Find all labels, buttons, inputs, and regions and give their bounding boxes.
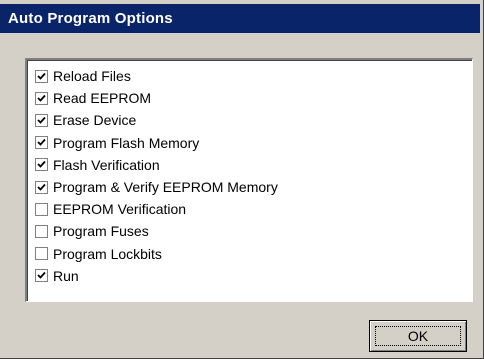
auto-program-options-dialog: Auto Program Options Reload Files Read EE… (0, 0, 484, 359)
checkbox-checked[interactable] (35, 113, 48, 127)
checkbox-checked[interactable] (35, 180, 48, 194)
option-item[interactable]: Program Fuses (35, 220, 149, 242)
title-bar[interactable]: Auto Program Options (0, 4, 480, 33)
option-item[interactable]: Reload Files (35, 65, 131, 87)
option-label: Read EEPROM (53, 90, 152, 107)
checkbox-unchecked[interactable] (35, 202, 48, 216)
option-item[interactable]: Program Flash Memory (35, 132, 199, 154)
checkmark-icon (37, 138, 46, 146)
option-item[interactable]: Read EEPROM (35, 87, 151, 109)
checkmark-icon (37, 161, 46, 169)
option-item[interactable]: EEPROM Verification (35, 198, 186, 220)
checkmark-icon (37, 116, 46, 124)
dialog-title: Auto Program Options (8, 10, 173, 27)
ok-button[interactable]: OK (369, 320, 467, 352)
checkmark-icon (37, 94, 46, 102)
ok-button-label: OK (407, 328, 429, 344)
option-label: Erase Device (53, 112, 137, 129)
option-label: Program & Verify EEPROM Memory (53, 179, 278, 195)
option-label: Run (53, 267, 79, 284)
checkmark-icon (37, 183, 46, 191)
option-item[interactable]: Program & Verify EEPROM Memory (35, 176, 278, 198)
checkbox-checked[interactable] (35, 91, 48, 105)
option-item[interactable]: Flash Verification (35, 154, 160, 176)
options-checklist[interactable]: Reload Files Read EEPROM Erase Device Progr… (25, 58, 473, 302)
option-label: Flash Verification (53, 156, 160, 173)
checkbox-checked[interactable] (35, 269, 48, 283)
checkbox-checked[interactable] (35, 158, 48, 172)
option-item[interactable]: Erase Device (35, 109, 136, 131)
option-label: Program Lockbits (53, 245, 162, 262)
option-item[interactable]: Run (35, 265, 79, 287)
option-label: Reload Files (53, 68, 131, 84)
checkbox-checked[interactable] (35, 69, 48, 83)
checkmark-icon (37, 72, 46, 80)
option-item[interactable]: Program Lockbits (35, 243, 162, 265)
checkbox-unchecked[interactable] (35, 224, 48, 238)
checkbox-unchecked[interactable] (35, 247, 48, 261)
option-label: EEPROM Verification (53, 201, 187, 218)
option-label: Program Fuses (53, 223, 149, 240)
checkbox-checked[interactable] (35, 136, 48, 150)
option-label: Program Flash Memory (53, 134, 200, 151)
checkmark-icon (37, 272, 46, 280)
